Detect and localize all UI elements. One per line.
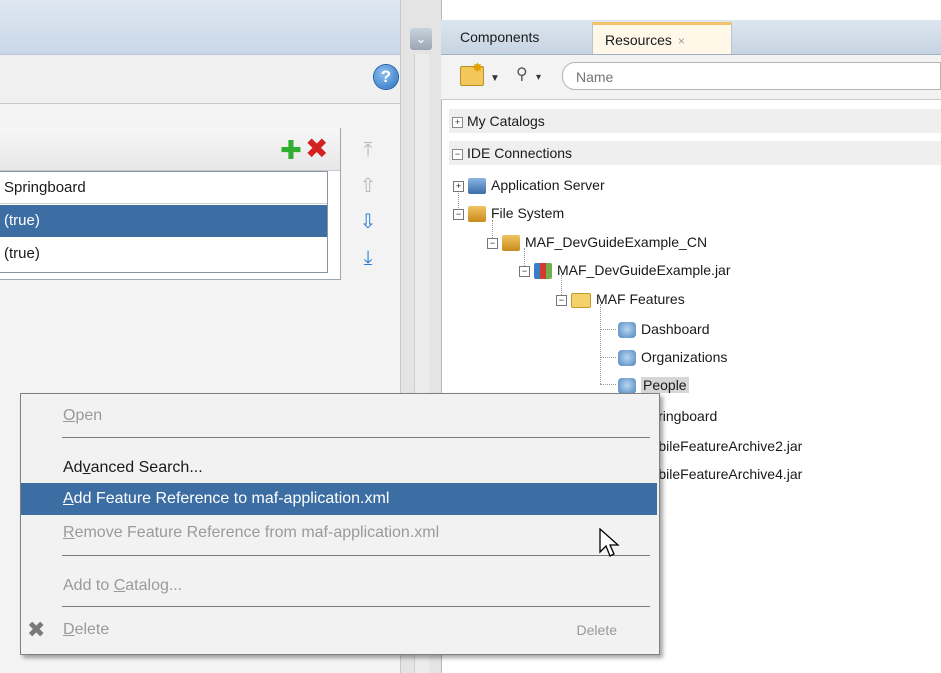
tab-components[interactable]: Components xyxy=(448,22,576,54)
star-icon: ✸ xyxy=(472,60,483,75)
table-row[interactable]: (true) xyxy=(0,205,327,237)
table-row[interactable]: Springboard xyxy=(0,172,327,204)
menu-item-open[interactable]: Open xyxy=(21,400,657,432)
mouse-cursor-icon xyxy=(599,528,620,557)
feature-icon xyxy=(618,378,636,395)
feature-icon xyxy=(618,322,636,339)
add-icon[interactable]: ✚ xyxy=(280,137,302,163)
mnemonic: D xyxy=(63,621,75,638)
tree-node-maf-features[interactable]: − MAF Features xyxy=(556,286,685,312)
search-options-chevron-icon[interactable]: ▾ xyxy=(536,72,541,83)
collapse-icon[interactable]: − xyxy=(453,208,464,220)
tree-label: MAF Features xyxy=(596,291,685,307)
move-up-icon[interactable]: ⇧ xyxy=(357,175,379,197)
menu-label: anced Search... xyxy=(90,459,203,476)
folder-icon xyxy=(571,292,591,308)
menu-separator xyxy=(62,555,650,556)
mnemonic: O xyxy=(63,407,76,424)
row-text: (true) xyxy=(4,212,40,229)
expand-icon[interactable]: + xyxy=(452,116,463,128)
tree-label: MAF_DevGuideExample_CN xyxy=(525,234,708,250)
collapse-chevron-icon[interactable]: ⌄ xyxy=(410,28,432,50)
tree-line xyxy=(600,357,616,358)
mnemonic: v xyxy=(82,459,91,476)
tree-node-application-server[interactable]: + Application Server xyxy=(453,172,605,198)
table-row[interactable]: (true) xyxy=(0,238,327,270)
expand-icon[interactable]: + xyxy=(453,180,464,192)
section-my-catalogs[interactable]: + My Catalogs xyxy=(449,109,941,133)
move-bottom-icon[interactable]: ⤓ xyxy=(357,247,379,269)
collapse-icon[interactable]: − xyxy=(452,148,463,160)
server-icon xyxy=(468,178,486,195)
row-text: (true) xyxy=(4,245,40,262)
tab-resources[interactable]: Resources × xyxy=(592,22,732,54)
mnemonic: R xyxy=(63,524,75,541)
tree-node-project[interactable]: − MAF_DevGuideExample_CN xyxy=(487,229,707,255)
menu-label: Ad xyxy=(63,459,83,476)
tree-node-organizations[interactable]: Organizations xyxy=(618,344,727,370)
tree-line xyxy=(600,329,616,330)
left-toolbar xyxy=(0,55,412,104)
menu-item-remove-feature-reference[interactable]: Remove Feature Reference from maf-applic… xyxy=(21,517,657,549)
menu-item-add-to-catalog[interactable]: Add to Catalog... xyxy=(21,570,657,602)
tree-node-jar[interactable]: − MAF_DevGuideExample.jar xyxy=(519,257,731,283)
collapse-icon[interactable]: − xyxy=(556,294,567,306)
menu-label: pen xyxy=(75,407,103,424)
tab-label: Resources xyxy=(605,32,672,48)
move-top-icon[interactable]: ⤒ xyxy=(357,139,379,161)
feature-icon xyxy=(618,350,636,367)
tree-label: People xyxy=(641,377,689,393)
tree-label: Dashboard xyxy=(641,321,710,337)
tree-label: Application Server xyxy=(491,177,605,193)
tree-label: File System xyxy=(491,205,565,221)
jar-icon xyxy=(534,263,552,280)
mnemonic: C xyxy=(113,577,126,594)
menu-separator xyxy=(62,437,650,438)
menu-label: atalog... xyxy=(125,577,183,594)
project-folder-icon xyxy=(502,235,520,252)
row-text: Springboard xyxy=(4,179,86,196)
search-input[interactable] xyxy=(574,64,928,90)
menu-label: elete xyxy=(74,621,110,638)
shortcut-label: Delete xyxy=(576,622,617,638)
chevron-down-icon[interactable]: ▼ xyxy=(490,73,500,84)
move-down-icon[interactable]: ⇩ xyxy=(357,211,379,233)
tab-label: Components xyxy=(460,29,540,45)
tree-label: MAF_DevGuideExample.jar xyxy=(557,262,731,278)
search-icon[interactable]: ⚲ xyxy=(516,64,528,84)
collapse-icon[interactable]: − xyxy=(519,265,530,277)
mnemonic: A xyxy=(63,490,74,507)
menu-label: emove Feature Reference from maf-applica… xyxy=(74,524,440,541)
help-icon[interactable]: ? xyxy=(374,65,398,89)
section-label: My Catalogs xyxy=(467,113,545,129)
menu-item-delete[interactable]: Delete Delete xyxy=(21,614,657,646)
remove-icon[interactable]: ✖ xyxy=(305,134,328,164)
menu-label: Add to xyxy=(63,577,114,594)
tree-node-dashboard[interactable]: Dashboard xyxy=(618,316,710,342)
tree-line xyxy=(600,304,601,384)
tree-line xyxy=(600,384,616,385)
menu-item-advanced-search[interactable]: Advanced Search... xyxy=(21,452,657,484)
close-icon[interactable]: × xyxy=(678,34,685,48)
menu-separator xyxy=(62,606,650,607)
menu-item-add-feature-reference[interactable]: Add Feature Reference to maf-application… xyxy=(21,483,657,515)
left-panel-header xyxy=(0,0,412,55)
section-ide-connections[interactable]: − IDE Connections xyxy=(449,141,941,165)
collapse-icon[interactable]: − xyxy=(487,237,498,249)
menu-label: dd Feature Reference to maf-application.… xyxy=(73,490,390,507)
tree-label: Organizations xyxy=(641,349,728,365)
tree-node-file-system[interactable]: − File System xyxy=(453,200,564,226)
features-table: Springboard (true) (true) xyxy=(0,171,328,273)
file-system-icon xyxy=(468,206,486,223)
section-label: IDE Connections xyxy=(467,145,573,161)
